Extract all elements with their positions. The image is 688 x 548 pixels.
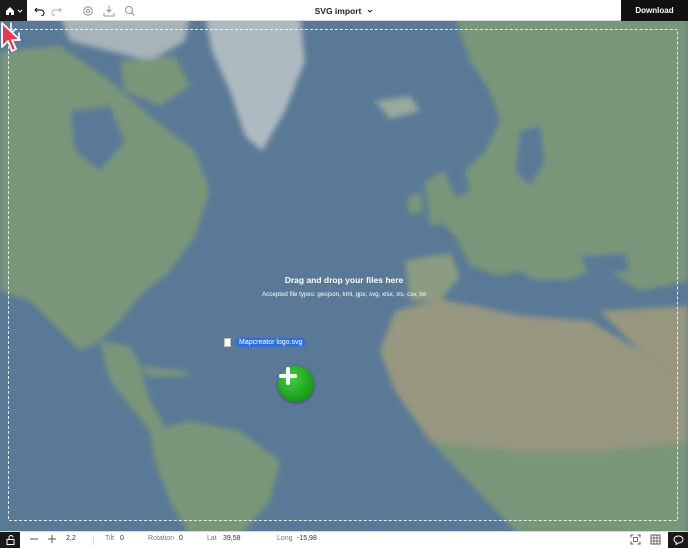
copy-plus-icon xyxy=(278,366,314,402)
tilt-value[interactable]: 0 xyxy=(120,535,124,542)
dropzone-accepted-types: Accepted file types: geojson, kml, gpx, … xyxy=(262,291,426,298)
unlock-icon xyxy=(6,535,14,545)
status-bar: 2,2 Tilt 0 Rotation 0 Lat 39,58 Long -15… xyxy=(0,531,688,548)
toolbar: SVG import Download xyxy=(0,0,688,21)
long-label: Long xyxy=(277,535,293,542)
redo-button[interactable] xyxy=(49,4,63,18)
dragged-file-name: Mapcreator logo.svg xyxy=(235,338,307,347)
zoom-level[interactable]: 2,2 xyxy=(66,535,76,542)
download-button[interactable]: Download xyxy=(621,0,688,21)
cursor-arrow-icon xyxy=(1,22,21,52)
grid-icon xyxy=(650,534,661,545)
project-title[interactable]: SVG import xyxy=(315,6,362,16)
chat-button[interactable] xyxy=(668,532,688,548)
search-button[interactable] xyxy=(123,4,137,18)
zoom-in-button[interactable] xyxy=(47,534,57,546)
search-icon xyxy=(124,5,135,16)
long-value[interactable]: -15,98 xyxy=(297,535,317,542)
title-chevron-down-icon[interactable] xyxy=(367,8,373,14)
undo-icon xyxy=(34,7,45,16)
rotation-label: Rotation xyxy=(148,535,175,542)
undo-button[interactable] xyxy=(33,4,47,18)
chevron-down-icon xyxy=(17,9,22,13)
lat-label: Lat xyxy=(207,535,217,542)
tilt-label: Tilt xyxy=(105,535,115,542)
settings-icon xyxy=(83,6,93,16)
plus-icon xyxy=(48,535,56,543)
minus-icon xyxy=(30,538,38,540)
divider xyxy=(93,535,94,545)
fit-bounds-button[interactable] xyxy=(630,534,641,547)
file-icon xyxy=(224,338,231,347)
dragged-file: Mapcreator logo.svg xyxy=(224,338,307,347)
import-icon xyxy=(103,6,115,17)
lock-button[interactable] xyxy=(0,532,20,548)
import-button[interactable] xyxy=(102,4,116,18)
grid-button[interactable] xyxy=(650,534,661,547)
rotation-value[interactable]: 0 xyxy=(179,535,183,542)
zoom-out-button[interactable] xyxy=(29,534,39,546)
redo-icon xyxy=(51,7,62,16)
map-canvas[interactable]: Drag and drop your files here Accepted f… xyxy=(0,21,688,531)
lat-value[interactable]: 39,58 xyxy=(223,535,241,542)
home-menu-button[interactable] xyxy=(0,0,27,21)
dropzone-title: Drag and drop your files here xyxy=(284,275,404,285)
home-icon xyxy=(5,6,14,15)
settings-button[interactable] xyxy=(81,4,95,18)
frame-icon xyxy=(630,534,641,545)
chat-bubble-icon xyxy=(672,535,684,545)
